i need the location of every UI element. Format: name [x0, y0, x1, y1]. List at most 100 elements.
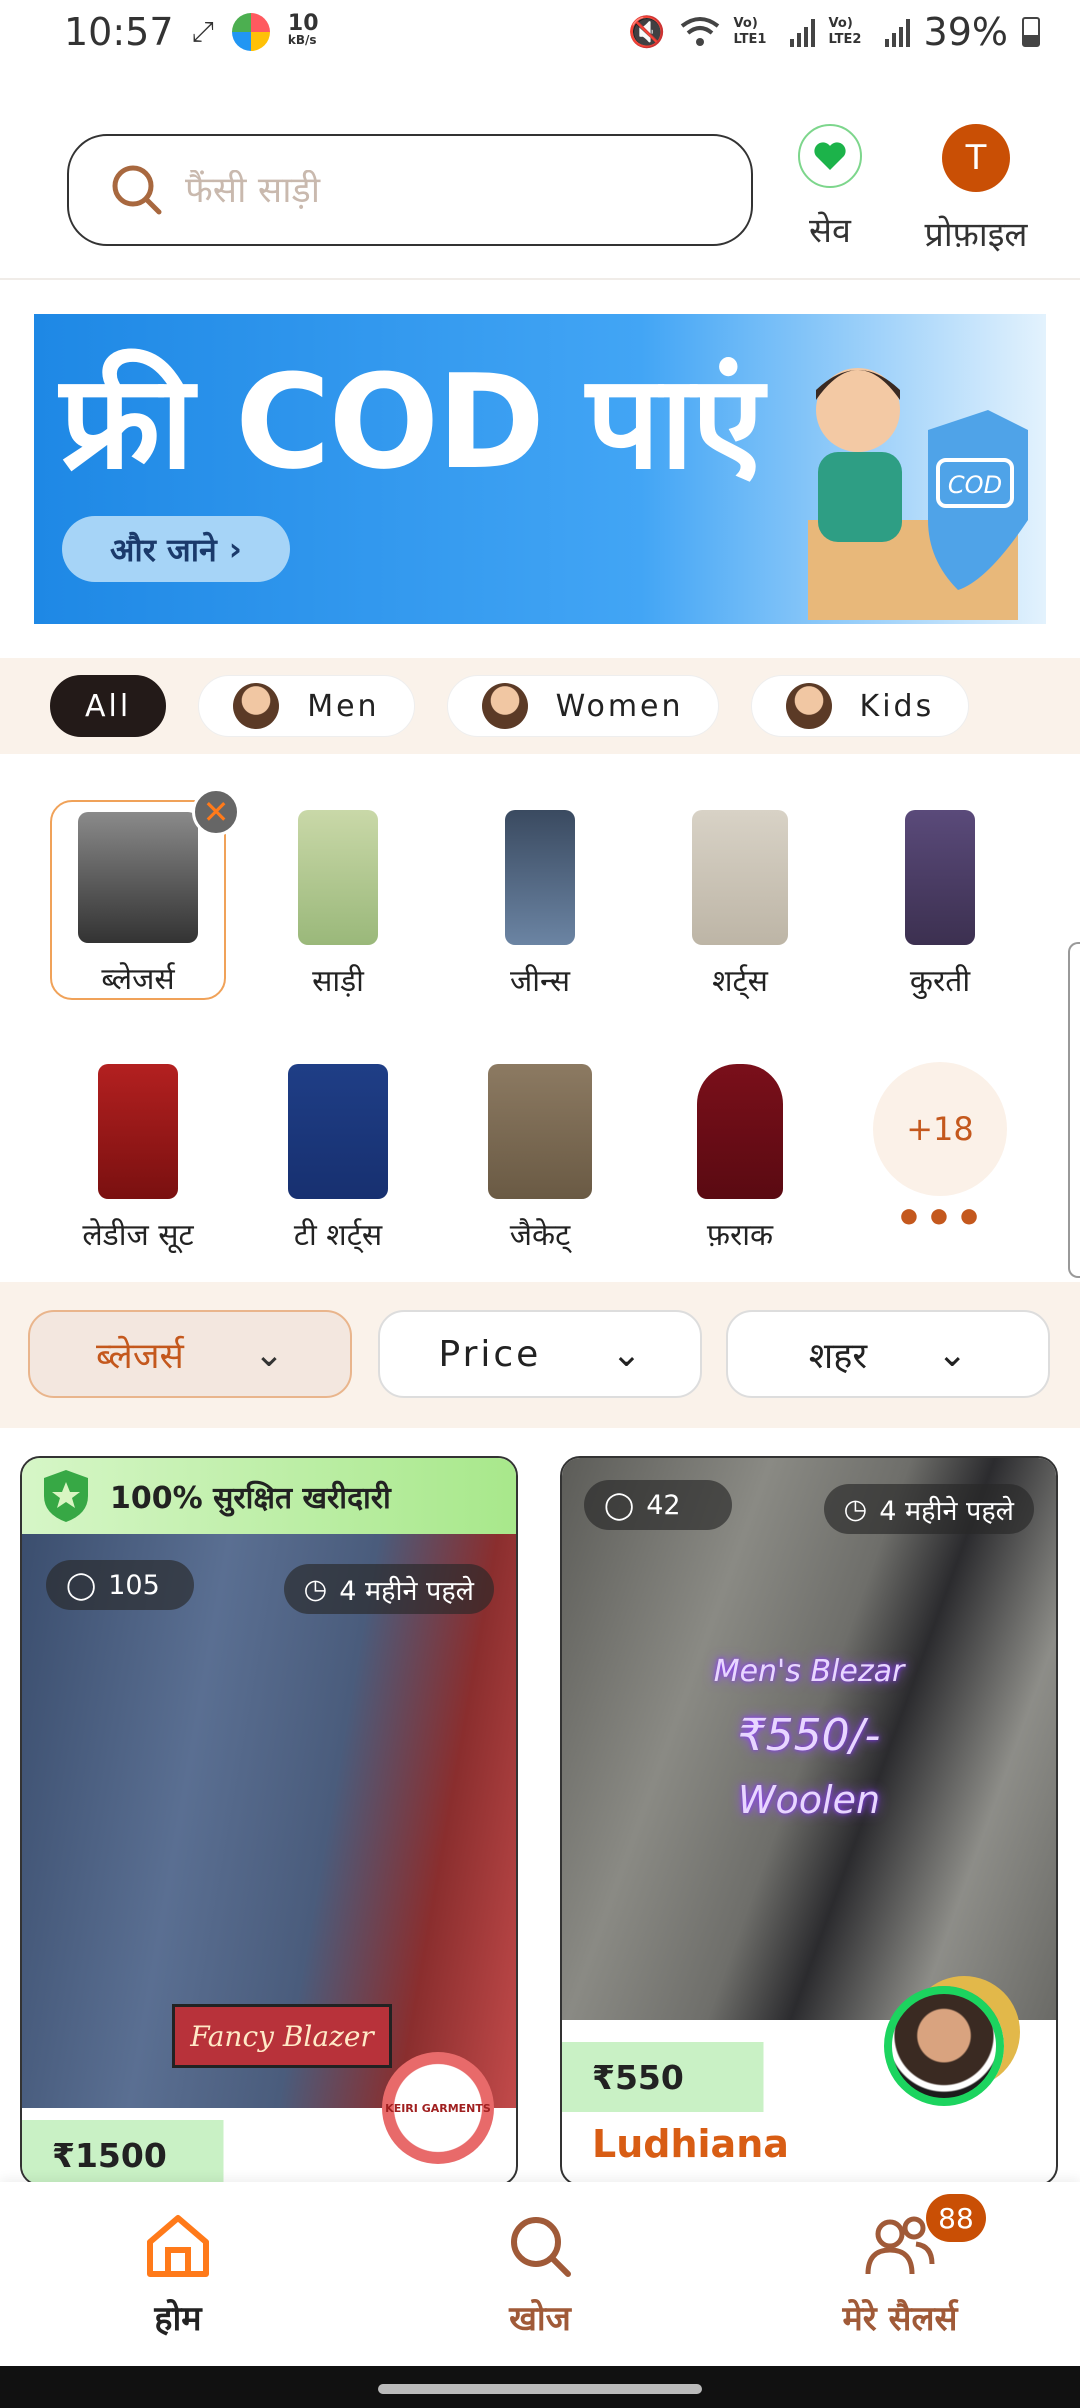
gender-filter-bar: All Men Women Kids — [0, 658, 1080, 754]
overlay-line: Woolen — [737, 1778, 881, 1822]
more-count: +18 — [873, 1062, 1007, 1196]
category-shirts[interactable]: शर्ट्स — [652, 800, 828, 1000]
status-bar: 10:57 ⤢ 10 kB/s 🔇 Vo) LTE1 Vo) LTE2 39% — [0, 0, 1080, 64]
save-label: सेव — [809, 211, 851, 251]
app-notification-icon — [231, 13, 270, 51]
blazer-thumbnail — [78, 812, 198, 943]
battery-icon — [1022, 17, 1040, 47]
banner-title: फ्री COD पाएं — [60, 346, 764, 498]
chip-all[interactable]: All — [50, 675, 167, 737]
mute-icon: 🔇 — [628, 14, 666, 50]
kids-face-icon — [785, 683, 832, 729]
category-kurti[interactable]: कुरती — [852, 800, 1028, 1000]
profile-button[interactable]: T प्रोफ़ाइल — [906, 124, 1046, 256]
chip-women[interactable]: Women — [446, 675, 719, 737]
safe-badge-text: 100% सुरक्षित खरीदारी — [110, 1480, 391, 1516]
category-label: टी शर्ट्स — [293, 1218, 383, 1253]
category-blazers[interactable]: ब्लेजर्स ✕ — [50, 788, 240, 1000]
clock-icon: ◷ — [843, 1493, 868, 1525]
cod-illustration-icon: COD — [808, 368, 1028, 620]
product-image[interactable]: Fancy Blazer — [22, 1534, 516, 2108]
chip-kids[interactable]: Kids — [750, 675, 970, 737]
jacket-thumbnail — [488, 1064, 592, 1199]
net-speed: 10 kB/s — [287, 11, 319, 48]
kurti-thumbnail — [905, 810, 975, 945]
nav-home[interactable]: होम — [58, 2212, 298, 2340]
clock-icon: ◷ — [303, 1573, 328, 1605]
search-icon — [511, 2217, 571, 2277]
category-label: लेडीज सूट — [82, 1218, 194, 1253]
more-dots-icon: ••• — [894, 1193, 986, 1244]
close-icon[interactable]: ✕ — [192, 788, 240, 836]
filter-category-dropdown[interactable]: ब्लेजर्स ⌄ — [28, 1310, 352, 1398]
saved-heart-icon — [798, 124, 862, 188]
saree-thumbnail — [298, 810, 378, 945]
category-tshirts[interactable]: टी शर्ट्स — [250, 1054, 426, 1254]
home-gesture-indicator[interactable] — [378, 2384, 702, 2394]
sellers-count-badge: 88 — [926, 2194, 986, 2242]
overlay-banner: Fancy Blazer — [172, 2004, 392, 2068]
category-ladies-suit[interactable]: लेडीज सूट — [50, 1054, 226, 1254]
whatsapp-share-count[interactable]: ◯ 42 — [584, 1480, 732, 1530]
banner-button-label: और जाने — [110, 530, 217, 569]
category-label: जैकेट् — [509, 1218, 571, 1253]
category-frock[interactable]: फ़राक — [652, 1054, 828, 1254]
category-label: फ़राक — [706, 1218, 774, 1253]
shirt-thumbnail — [692, 810, 788, 945]
whatsapp-icon: ◯ — [604, 1489, 635, 1521]
chip-men-label: Men — [307, 688, 380, 724]
category-jacket[interactable]: जैकेट् — [452, 1054, 628, 1254]
category-label: साड़ी — [312, 964, 364, 999]
whatsapp-share-count[interactable]: ◯ 105 — [46, 1560, 194, 1610]
side-drawer-handle[interactable] — [1068, 942, 1080, 1278]
price-tag: ₹550 — [562, 2042, 814, 2112]
chip-all-label: All — [85, 688, 132, 724]
jeans-thumbnail — [505, 810, 575, 945]
frock-thumbnail — [697, 1064, 783, 1199]
sim2-label: Vo) LTE2 — [828, 16, 862, 47]
price-tag: ₹1500 — [22, 2120, 274, 2184]
safe-purchase-badge: 100% सुरक्षित खरीदारी — [22, 1458, 516, 1534]
sim1-label: Vo) LTE1 — [733, 16, 767, 47]
floating-seller-avatar[interactable] — [884, 1986, 1004, 2106]
whatsapp-icon: ◯ — [66, 1569, 97, 1601]
seller-logo[interactable]: KEIRI GARMENTS — [382, 2052, 494, 2164]
chip-kids-label: Kids — [859, 688, 935, 724]
save-button[interactable]: सेव — [790, 124, 870, 252]
chip-men[interactable]: Men — [198, 675, 415, 737]
overlay-title: Fancy Blazer — [190, 2019, 374, 2053]
people-icon — [865, 2216, 935, 2275]
more-categories-button[interactable]: +18 ••• — [852, 1062, 1028, 1262]
promo-banner[interactable]: फ्री COD पाएं और जाने › COD — [34, 314, 1046, 624]
filter-bar: ब्लेजर्स ⌄ Price ⌄ शहर ⌄ — [0, 1282, 1080, 1428]
filter-city-dropdown[interactable]: शहर ⌄ — [726, 1310, 1050, 1398]
nav-search[interactable]: खोज — [420, 2212, 660, 2340]
data-saver-icon: ⤢ — [191, 15, 214, 48]
filter-price-dropdown[interactable]: Price ⌄ — [378, 1310, 702, 1398]
app-header: सेव T प्रोफ़ाइल — [0, 96, 1080, 280]
profile-label: प्रोफ़ाइल — [924, 215, 1028, 255]
category-saree[interactable]: साड़ी — [250, 800, 426, 1000]
chevron-down-icon: ⌄ — [937, 1333, 968, 1375]
chevron-right-icon: › — [228, 530, 242, 568]
wifi-icon — [680, 17, 719, 46]
status-time: 10:57 — [64, 10, 174, 54]
category-label: शर्ट्स — [712, 964, 768, 999]
nav-my-sellers-label: मेरे सैलर्स — [842, 2299, 958, 2339]
product-card[interactable]: Fancy Blazer 100% सुरक्षित खरीदारी ◯ 105… — [20, 1456, 518, 2186]
nav-my-sellers[interactable]: मेरे सैलर्स 88 — [780, 2194, 1020, 2340]
banner-learn-more-button[interactable]: और जाने › — [62, 516, 290, 582]
category-grid: ब्लेजर्स ✕ साड़ी जीन्स शर्ट्स कुरती लेडी… — [0, 780, 1080, 1260]
search-input[interactable] — [185, 169, 705, 211]
overlay-line: Men's Blezar — [713, 1654, 905, 1689]
filter-label: शहर — [808, 1335, 868, 1377]
nav-search-label: खोज — [509, 2299, 571, 2339]
search-bar[interactable] — [67, 134, 753, 246]
search-icon — [112, 165, 162, 215]
product-city: Ludhiana — [592, 2122, 789, 2166]
chip-women-label: Women — [555, 688, 684, 724]
category-label: ब्लेजर्स — [101, 962, 175, 997]
category-jeans[interactable]: जीन्स — [452, 800, 628, 1000]
filter-label: ब्लेजर्स — [95, 1335, 184, 1377]
product-image[interactable]: Men's Blezar ₹550/- Woolen — [562, 1458, 1056, 2020]
